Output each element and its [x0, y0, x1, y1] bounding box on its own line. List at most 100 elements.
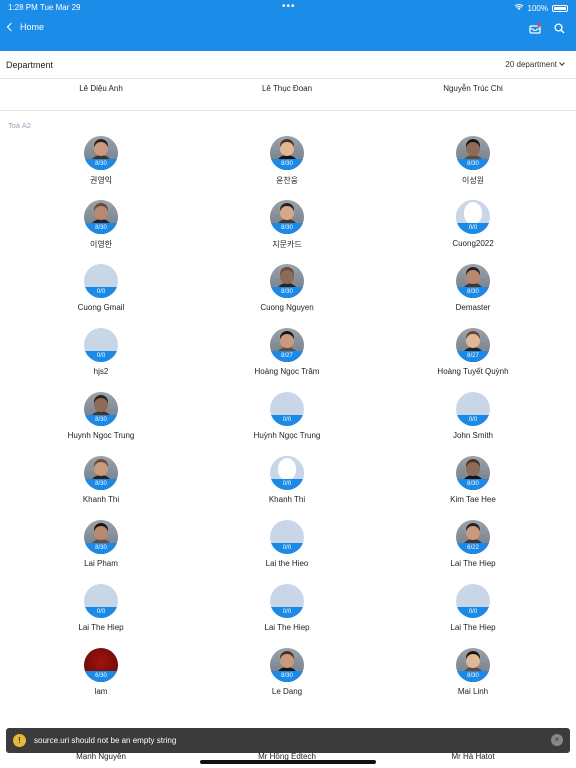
- person-name: Lai The Hiep: [450, 623, 496, 632]
- wifi-icon: [514, 3, 524, 13]
- department-selector[interactable]: 20 department: [505, 60, 565, 69]
- person-card[interactable]: 0/0 Lai The Hiep: [403, 584, 543, 632]
- avatar[interactable]: 0/0: [84, 584, 118, 618]
- attendance-count: 0/0: [456, 607, 490, 618]
- person-card[interactable]: 6/22 Lai The Hiep: [403, 520, 543, 568]
- avatar[interactable]: 8/30: [456, 136, 490, 170]
- person-name: Huỳnh Ngọc Trung: [253, 431, 321, 440]
- person-name: Le Dang: [271, 687, 303, 696]
- avatar[interactable]: 8/30: [84, 392, 118, 426]
- person-card[interactable]: 8/30 윤찬웅: [217, 136, 357, 186]
- avatar[interactable]: 8/30: [456, 456, 490, 490]
- avatar[interactable]: 8/30: [84, 200, 118, 234]
- avatar[interactable]: 8/27: [270, 328, 304, 362]
- person-card[interactable]: 0/0 Cuong2022: [403, 200, 543, 248]
- attendance-count: 8/30: [456, 159, 490, 170]
- attendance-count: 6/22: [456, 543, 490, 554]
- person-card[interactable]: 8/30 Khanh Thi: [31, 456, 171, 504]
- person-name[interactable]: Mr Hà Hatot: [413, 752, 533, 761]
- chevron-left-icon: [6, 22, 16, 32]
- avatar[interactable]: 0/0: [270, 456, 304, 490]
- avatar[interactable]: 0/0: [456, 392, 490, 426]
- attendance-count: 0/0: [456, 415, 490, 426]
- avatar[interactable]: 8/30: [270, 200, 304, 234]
- attendance-count: 6/30: [84, 671, 118, 682]
- app-root: 1:28 PM Tue Mar 29 ••• 100% Home Departm…: [0, 0, 576, 768]
- person-card[interactable]: 8/30 Le Dang: [217, 648, 357, 696]
- person-card[interactable]: 8/30 Mai Linh: [403, 648, 543, 696]
- avatar[interactable]: 8/30: [456, 264, 490, 298]
- person-card[interactable]: 0/0 Lai the Hieo: [217, 520, 357, 568]
- person-card[interactable]: 8/27 Hoàng Tuyết Quỳnh: [403, 328, 543, 376]
- person-card[interactable]: 8/27 Hoàng Ngọc Trâm: [217, 328, 357, 376]
- avatar[interactable]: 8/30: [84, 456, 118, 490]
- person-name: Khanh Thi: [268, 495, 306, 504]
- avatar[interactable]: 0/0: [270, 520, 304, 554]
- avatar[interactable]: 8/30: [270, 136, 304, 170]
- person-name: Cuong Nguyen: [260, 303, 314, 312]
- person-card[interactable]: 0/0 John Smith: [403, 392, 543, 440]
- person-name[interactable]: Lê Thục Đoan: [227, 84, 347, 93]
- avatar[interactable]: 0/0: [270, 392, 304, 426]
- person-card[interactable]: 0/0 hjs2: [31, 328, 171, 376]
- person-card[interactable]: 0/0 Lai The Hiep: [217, 584, 357, 632]
- avatar[interactable]: 6/22: [456, 520, 490, 554]
- avatar[interactable]: 0/0: [456, 200, 490, 234]
- avatar[interactable]: 0/0: [456, 584, 490, 618]
- person-name: Lai the Hieo: [265, 559, 309, 568]
- avatar[interactable]: 8/27: [456, 328, 490, 362]
- person-card[interactable]: 8/30 이영한: [31, 200, 171, 250]
- person-card[interactable]: 8/30 권영익: [31, 136, 171, 186]
- person-card[interactable]: 8/30 지문카드: [217, 200, 357, 250]
- multitask-dots-icon[interactable]: •••: [282, 1, 296, 12]
- person-name[interactable]: Lê Diệu Anh: [41, 84, 161, 93]
- person-name: 권영익: [89, 176, 113, 185]
- attendance-count: 8/30: [270, 671, 304, 682]
- chevron-down-icon: [559, 60, 565, 66]
- avatar[interactable]: 0/0: [84, 328, 118, 362]
- avatar[interactable]: 8/30: [84, 520, 118, 554]
- avatar[interactable]: 8/30: [270, 648, 304, 682]
- person-card[interactable]: 8/30 Cuong Nguyen: [217, 264, 357, 312]
- attendance-count: 0/0: [84, 287, 118, 298]
- inbox-icon: [529, 22, 541, 34]
- person-card[interactable]: 8/30 Lai Pham: [31, 520, 171, 568]
- avatar[interactable]: 8/30: [84, 136, 118, 170]
- attendance-count: 0/0: [84, 351, 118, 362]
- person-card[interactable]: 6/30 lam: [31, 648, 171, 696]
- attendance-count: 0/0: [84, 607, 118, 618]
- person-card[interactable]: 8/30 Demaster: [403, 264, 543, 312]
- person-name: lam: [94, 687, 108, 696]
- person-name: 이성원: [461, 176, 485, 185]
- attendance-count: 8/30: [270, 287, 304, 298]
- person-name: Lai The Hiep: [264, 623, 310, 632]
- person-name: Hoàng Ngọc Trâm: [254, 367, 320, 376]
- person-name: Kim Tae Hee: [450, 495, 496, 504]
- person-card[interactable]: 8/30 Huynh Ngoc Trung: [31, 392, 171, 440]
- person-name: Cuong Gmail: [77, 303, 125, 312]
- close-toast-button[interactable]: ×: [551, 734, 563, 746]
- employee-list[interactable]: Lê Diệu Anh Lê Thục Đoan Nguyễn Trúc Chi…: [0, 79, 576, 768]
- avatar[interactable]: 0/0: [84, 264, 118, 298]
- attendance-count: 8/30: [84, 223, 118, 234]
- person-name[interactable]: Nguyễn Trúc Chi: [413, 84, 533, 93]
- avatar[interactable]: 6/30: [84, 648, 118, 682]
- person-name[interactable]: Mạnh Nguyễn: [41, 752, 161, 761]
- person-name: Lai The Hiep: [450, 559, 496, 568]
- avatar[interactable]: 8/30: [270, 264, 304, 298]
- person-card[interactable]: 0/0 Lai The Hiep: [31, 584, 171, 632]
- person-card[interactable]: 8/30 이성원: [403, 136, 543, 186]
- person-card[interactable]: 0/0 Cuong Gmail: [31, 264, 171, 312]
- back-button[interactable]: Home: [6, 22, 44, 32]
- search-button[interactable]: [552, 21, 566, 35]
- person-card[interactable]: 0/0 Huỳnh Ngọc Trung: [217, 392, 357, 440]
- person-name: Lai Pham: [84, 559, 118, 568]
- avatar[interactable]: 8/30: [456, 648, 490, 682]
- person-card[interactable]: 8/30 Kim Tae Hee: [403, 456, 543, 504]
- attendance-count: 8/30: [456, 479, 490, 490]
- inbox-button[interactable]: [528, 21, 542, 35]
- avatar[interactable]: 0/0: [270, 584, 304, 618]
- attendance-count: 8/30: [84, 479, 118, 490]
- previous-section-row: Lê Diệu Anh Lê Thục Đoan Nguyễn Trúc Chi: [0, 79, 576, 111]
- person-card[interactable]: 0/0 Khanh Thi: [217, 456, 357, 504]
